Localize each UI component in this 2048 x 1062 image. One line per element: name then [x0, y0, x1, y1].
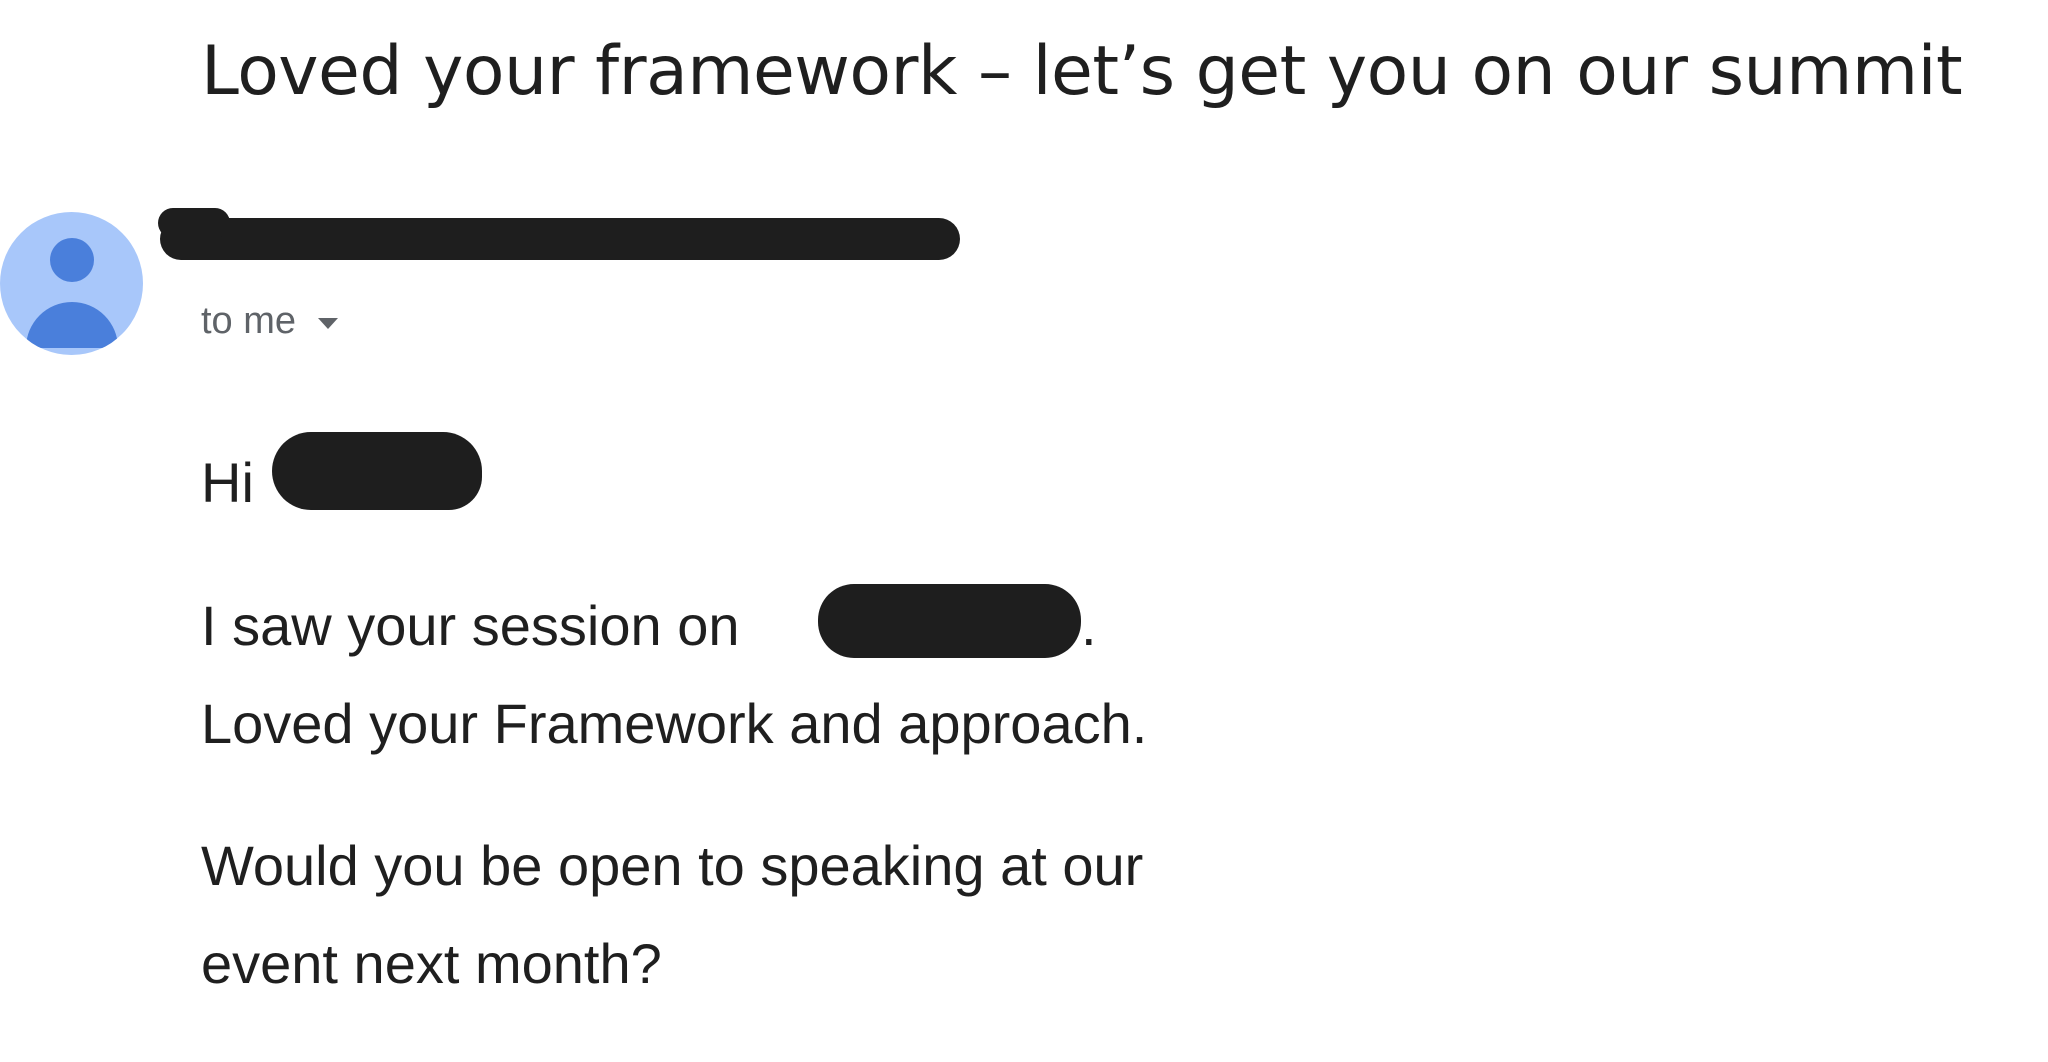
avatar-head [50, 238, 94, 282]
session-name-redaction [818, 584, 1081, 658]
sender-name-redaction [158, 208, 960, 260]
avatar-shoulders [26, 302, 118, 348]
email-subject: Loved your framework – let’s get you on … [201, 32, 1963, 111]
recipient-details-toggle[interactable]: to me [201, 300, 339, 343]
recipient-name-redaction [272, 432, 482, 510]
email-greeting: Hi [201, 451, 254, 514]
sender-avatar-icon[interactable] [0, 212, 143, 355]
recipient-label: to me [201, 300, 297, 342]
email-body-line-1: I saw your session on [201, 594, 740, 657]
caret-down-icon[interactable] [318, 318, 339, 329]
email-body-line-4: event next month? [201, 932, 662, 995]
email-body-line-1-end: . [1081, 594, 1097, 657]
email-body-line-2: Loved your Framework and approach. [201, 692, 1148, 755]
email-body-line-3: Would you be open to speaking at our [201, 834, 1144, 897]
